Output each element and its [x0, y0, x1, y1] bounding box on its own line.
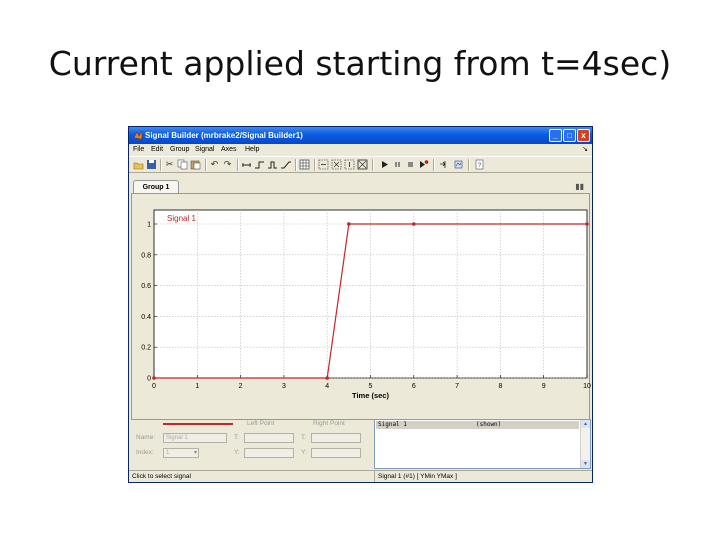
y-tick-label: 1 — [147, 222, 151, 229]
menu-group[interactable]: Group — [170, 144, 189, 156]
scroll-down-icon[interactable]: ▼ — [581, 460, 590, 468]
tab-row: Group 1 ▮▮ — [129, 177, 592, 194]
name-field[interactable]: Signal 1 — [163, 433, 227, 443]
chevron-down-icon[interactable]: ▾ — [194, 449, 197, 458]
link-icon[interactable] — [439, 159, 450, 170]
menu-signal[interactable]: Signal — [195, 144, 214, 156]
x-tick-label: 4 — [325, 383, 329, 390]
grid-icon[interactable] — [299, 159, 310, 170]
menu-file[interactable]: File — [133, 144, 144, 156]
zoom-x-icon[interactable] — [318, 159, 329, 170]
x-tick-label: 0 — [152, 383, 156, 390]
status-hint: Click to select signal — [132, 473, 191, 480]
play-icon[interactable] — [379, 159, 390, 170]
menu-axes[interactable]: Axes — [221, 144, 237, 156]
menu-bar: File Edit Group Signal Axes Help ↘ — [129, 144, 592, 156]
stop-icon[interactable] — [405, 159, 416, 170]
sim-icon[interactable] — [453, 159, 464, 170]
x-tick-label: 5 — [369, 383, 373, 390]
signal-builder-window: Signal Builder (mrbrake2/Signal Builder1… — [128, 126, 593, 483]
slide-title: Current applied starting from t=4sec) — [48, 44, 672, 83]
step-icon[interactable] — [254, 159, 265, 170]
save-icon[interactable] — [146, 159, 157, 170]
x-tick-label: 6 — [412, 383, 416, 390]
right-t-field[interactable] — [311, 433, 361, 443]
left-t-label: T: — [234, 434, 240, 441]
series-label[interactable]: Signal 1 — [167, 214, 196, 223]
signal-point[interactable] — [152, 376, 156, 380]
axes-panel: 0 1 2 3 4 5 6 7 8 9 10 0 0.2 0.4 0.6 0.8 1 Signal 1 Time… — [131, 193, 591, 421]
x-axis-label: Time (sec) — [352, 391, 389, 400]
tab-group-1[interactable]: Group 1 — [133, 180, 179, 194]
right-t-label: T: — [301, 434, 307, 441]
x-tick-label: 2 — [239, 383, 243, 390]
zoom-xy-icon[interactable] — [331, 159, 342, 170]
signal-listbox[interactable]: Signal 1 (shown) ▲ ▼ — [374, 419, 591, 469]
signal-point[interactable] — [412, 222, 416, 226]
list-item-status: (shown) — [476, 421, 502, 428]
zoom-y-icon[interactable] — [344, 159, 355, 170]
close-button[interactable]: x — [577, 129, 590, 142]
cut-icon[interactable]: ✂ — [164, 159, 175, 170]
left-y-label: Y: — [234, 449, 240, 456]
right-point-label: Right Point — [313, 420, 345, 427]
pause-icon[interactable] — [392, 159, 403, 170]
y-tick-label: 0.8 — [141, 252, 151, 259]
signal-point[interactable] — [347, 222, 351, 226]
tab-split-icons[interactable]: ▮▮ — [575, 182, 584, 191]
right-y-field[interactable] — [311, 448, 361, 458]
x-tick-label: 1 — [195, 383, 199, 390]
redo-icon[interactable]: ↷ — [222, 159, 233, 170]
list-item[interactable]: Signal 1 (shown) — [376, 421, 579, 429]
title-bar[interactable]: Signal Builder (mrbrake2/Signal Builder1… — [129, 127, 592, 144]
status-bar: Click to select signal Signal 1 (#1) [ Y… — [129, 470, 592, 482]
x-tick-label: 10 — [583, 383, 591, 390]
scroll-up-icon[interactable]: ▲ — [581, 420, 590, 428]
signal-point[interactable] — [325, 376, 329, 380]
dock-icon[interactable]: ↘ — [582, 144, 588, 156]
matlab-icon — [133, 130, 143, 140]
index-value: 1 — [166, 450, 170, 456]
index-label: Index: — [136, 449, 154, 456]
pulse-icon[interactable] — [267, 159, 278, 170]
toolbar: ✂ ↶ ↷ ? — [129, 156, 592, 173]
help-icon[interactable]: ? — [474, 159, 485, 170]
status-signal-info: Signal 1 (#1) [ YMin YMax ] — [374, 471, 591, 482]
left-y-field[interactable] — [244, 448, 294, 458]
insert-segment-icon[interactable] — [241, 159, 252, 170]
list-item-name: Signal 1 — [378, 421, 407, 428]
open-icon[interactable] — [133, 159, 144, 170]
undo-icon[interactable]: ↶ — [209, 159, 220, 170]
y-tick-label: 0 — [147, 376, 151, 383]
paste-icon[interactable] — [190, 159, 201, 170]
y-tick-label: 0.4 — [141, 314, 151, 321]
window-title: Signal Builder (mrbrake2/Signal Builder1… — [145, 131, 303, 140]
x-tick-label: 8 — [498, 383, 502, 390]
signal-chart[interactable]: 0 1 2 3 4 5 6 7 8 9 10 0 0.2 0.4 0.6 0.8 1 Signal 1 Time… — [132, 194, 591, 421]
left-point-label: Left Point — [247, 420, 275, 427]
record-icon[interactable] — [418, 159, 429, 170]
left-t-field[interactable] — [244, 433, 294, 443]
list-scrollbar[interactable]: ▲ ▼ — [580, 420, 590, 468]
maximize-button[interactable]: □ — [563, 129, 576, 142]
fit-icon[interactable] — [357, 159, 368, 170]
y-tick-label: 0.6 — [141, 283, 151, 290]
x-tick-label: 7 — [455, 383, 459, 390]
signal-point[interactable] — [585, 222, 589, 226]
index-select[interactable]: 1 ▾ — [163, 448, 199, 458]
right-y-label: Y: — [301, 449, 307, 456]
y-tick-label: 0.2 — [141, 345, 151, 352]
x-tick-label: 3 — [282, 383, 286, 390]
name-label: Name: — [136, 434, 156, 441]
minimize-button[interactable]: _ — [549, 129, 562, 142]
menu-help[interactable]: Help — [245, 144, 259, 156]
copy-icon[interactable] — [177, 159, 188, 170]
signal-legend-line — [163, 423, 233, 425]
menu-edit[interactable]: Edit — [151, 144, 163, 156]
ramp-icon[interactable] — [280, 159, 291, 170]
x-tick-label: 9 — [542, 383, 546, 390]
